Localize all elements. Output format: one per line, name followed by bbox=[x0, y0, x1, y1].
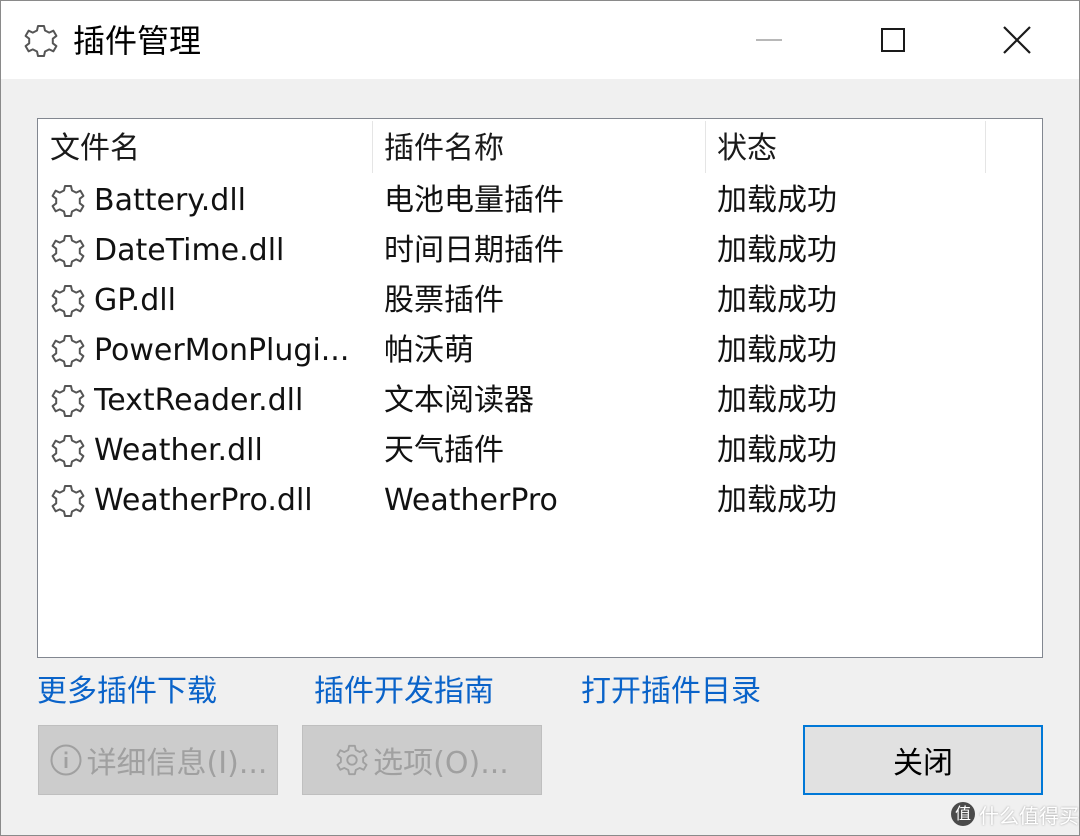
info-icon bbox=[50, 744, 82, 776]
plugin-list[interactable]: 文件名 插件名称 状态 Battery.dll 电池电量插件 加载成功 DateTim… bbox=[37, 118, 1043, 658]
open-plugin-directory-link[interactable]: 打开插件目录 bbox=[581, 669, 761, 715]
maximize-button[interactable] bbox=[831, 1, 955, 79]
gear-icon bbox=[51, 435, 85, 467]
table-row[interactable]: PowerMonPlugi... 帕沃萌 加载成功 bbox=[38, 326, 1042, 376]
cell-file-name: PowerMonPlugi... bbox=[94, 333, 350, 368]
cell-plugin-name: 时间日期插件 bbox=[384, 233, 564, 268]
title-bar[interactable]: 插件管理 bbox=[1, 1, 1079, 79]
cell-plugin-name: 文本阅读器 bbox=[384, 383, 534, 418]
table-row[interactable]: GP.dll 股票插件 加载成功 bbox=[38, 276, 1042, 326]
gear-icon bbox=[51, 285, 85, 317]
cell-file-name: DateTime.dll bbox=[94, 233, 285, 268]
column-header-plugin-name[interactable]: 插件名称 bbox=[372, 119, 706, 175]
table-row[interactable]: Weather.dll 天气插件 加载成功 bbox=[38, 426, 1042, 476]
gear-icon bbox=[51, 385, 85, 417]
watermark: 值 什么值得买 bbox=[951, 797, 1079, 831]
minimize-icon bbox=[756, 39, 782, 41]
column-separator[interactable] bbox=[985, 121, 986, 173]
cell-file-name: Battery.dll bbox=[94, 183, 247, 218]
maximize-icon bbox=[881, 28, 905, 52]
cell-plugin-name: WeatherPro bbox=[384, 483, 558, 518]
gear-icon bbox=[24, 25, 58, 57]
cell-plugin-name: 天气插件 bbox=[384, 433, 504, 468]
watermark-text: 什么值得买 bbox=[979, 803, 1079, 828]
cell-status: 加载成功 bbox=[717, 233, 837, 268]
list-header: 文件名 插件名称 状态 bbox=[38, 119, 1042, 175]
column-header-status[interactable]: 状态 bbox=[705, 119, 985, 175]
gear-icon bbox=[51, 485, 85, 517]
close-window-button[interactable] bbox=[955, 1, 1079, 79]
cell-file-name: TextReader.dll bbox=[94, 383, 304, 418]
cell-status: 加载成功 bbox=[717, 283, 837, 318]
window-title: 插件管理 bbox=[73, 22, 202, 60]
options-button[interactable]: 选项(O)... bbox=[302, 725, 542, 795]
details-button[interactable]: 详细信息(I)... bbox=[38, 725, 278, 795]
cell-plugin-name: 帕沃萌 bbox=[384, 333, 474, 368]
watermark-badge: 值 bbox=[951, 802, 975, 826]
options-button-label: 选项(O)... bbox=[373, 746, 509, 781]
minimize-button[interactable] bbox=[707, 1, 831, 79]
details-button-label: 详细信息(I)... bbox=[86, 746, 268, 781]
cell-file-name: WeatherPro.dll bbox=[94, 483, 313, 518]
cell-plugin-name: 股票插件 bbox=[384, 283, 504, 318]
download-more-plugins-link[interactable]: 更多插件下载 bbox=[37, 669, 217, 715]
close-button-label: 关闭 bbox=[893, 746, 953, 781]
column-header-file[interactable]: 文件名 bbox=[38, 119, 372, 175]
gear-icon bbox=[51, 235, 85, 267]
gear-icon bbox=[336, 744, 368, 776]
table-row[interactable]: WeatherPro.dll WeatherPro 加载成功 bbox=[38, 476, 1042, 526]
cell-status: 加载成功 bbox=[717, 183, 837, 218]
gear-icon bbox=[51, 335, 85, 367]
gear-icon bbox=[51, 185, 85, 217]
table-row[interactable]: DateTime.dll 时间日期插件 加载成功 bbox=[38, 226, 1042, 276]
close-button[interactable]: 关闭 bbox=[803, 725, 1043, 795]
plugin-dev-guide-link[interactable]: 插件开发指南 bbox=[314, 669, 494, 715]
plugin-manager-window: 插件管理 文件名 插件名称 状态 Battery.dll 电池电量插件 加载成功 Da… bbox=[0, 0, 1080, 836]
cell-status: 加载成功 bbox=[717, 433, 837, 468]
cell-status: 加载成功 bbox=[717, 483, 837, 518]
cell-status: 加载成功 bbox=[717, 383, 837, 418]
table-row[interactable]: Battery.dll 电池电量插件 加载成功 bbox=[38, 176, 1042, 226]
cell-file-name: GP.dll bbox=[94, 283, 176, 318]
cell-status: 加载成功 bbox=[717, 333, 837, 368]
cell-plugin-name: 电池电量插件 bbox=[384, 183, 564, 218]
cell-file-name: Weather.dll bbox=[94, 433, 263, 468]
table-row[interactable]: TextReader.dll 文本阅读器 加载成功 bbox=[38, 376, 1042, 426]
close-icon bbox=[1003, 26, 1031, 54]
